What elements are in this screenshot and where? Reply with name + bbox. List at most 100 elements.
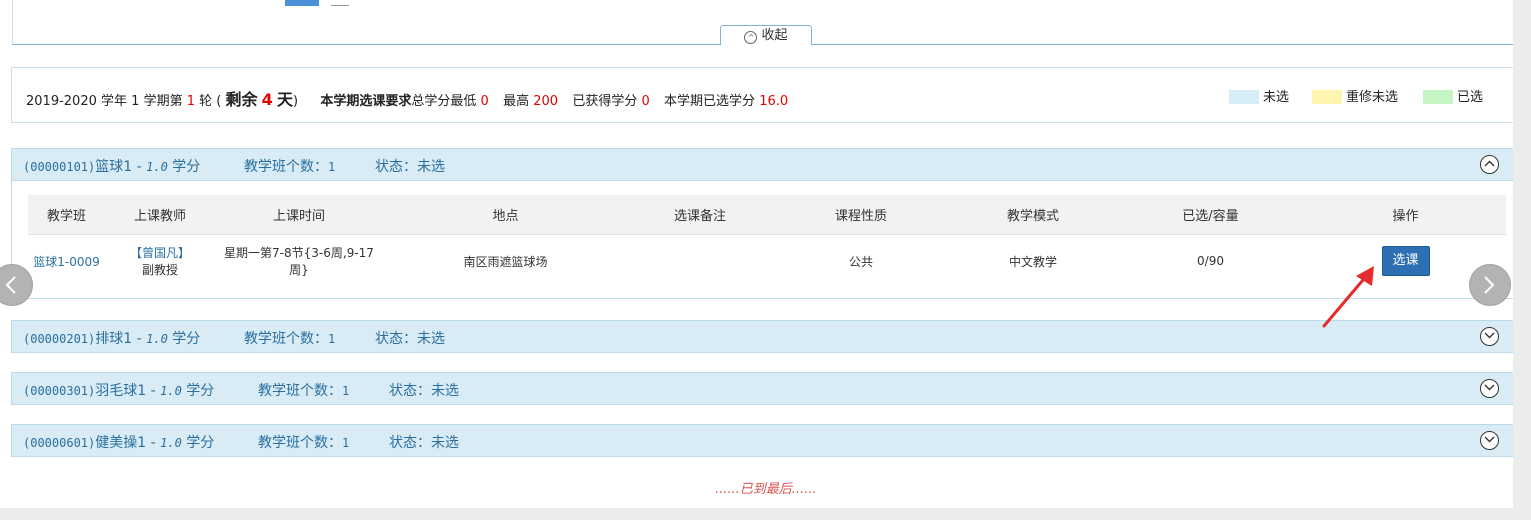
next-page-button[interactable] bbox=[1469, 264, 1511, 306]
credit-unit: 学分 bbox=[186, 383, 215, 399]
count-value: 1 bbox=[328, 160, 336, 174]
class-count: 教学班个数：1 bbox=[258, 432, 349, 452]
min-credit-value: 0 bbox=[480, 94, 489, 109]
course-credit: 1.0 bbox=[160, 436, 182, 450]
legend-selected: 已选 bbox=[1423, 86, 1483, 105]
course-name: 健美操1 bbox=[95, 435, 147, 451]
course-credit: 1.0 bbox=[146, 332, 168, 346]
count-label: 教学班个数： bbox=[258, 383, 342, 399]
course-code: (00000301) bbox=[23, 384, 96, 398]
selection-info-bar: 2019-2020 学年 1 学期第 1 轮 ( 剩余 4 天) 本学期选课要求… bbox=[11, 67, 1514, 123]
min-credit-label: 总学分最低 bbox=[411, 94, 477, 109]
selected-credit-label: 本学期已选学分 bbox=[664, 94, 756, 109]
annotation-arrow-icon bbox=[1322, 266, 1374, 328]
earned-credit-value: 0 bbox=[641, 94, 650, 109]
expand-toggle[interactable] bbox=[1480, 327, 1499, 346]
course-header-basketball[interactable]: (00000101)篮球1 - 1.0 学分 教学班个数：1 状态：未选 bbox=[11, 148, 1514, 181]
status-value: 未选 bbox=[431, 435, 459, 451]
dash: - bbox=[146, 435, 161, 451]
course-title: (00000301)羽毛球1 - 1.0 学分 bbox=[23, 380, 214, 400]
course-header-volleyball[interactable]: (00000201)排球1 - 1.0 学分 教学班个数：1 状态：未选 bbox=[11, 320, 1514, 353]
status-value: 未选 bbox=[417, 159, 445, 175]
course-credit: 1.0 bbox=[160, 384, 182, 398]
chevron-left-icon bbox=[5, 276, 16, 294]
course-nature: 公共 bbox=[848, 254, 873, 269]
chevron-right-icon bbox=[1484, 276, 1495, 294]
capacity: 0/90 bbox=[1197, 254, 1224, 268]
requirement-label: 本学期选课要求 bbox=[320, 94, 412, 109]
table-row: 篮球1-0009 【曾国凡】 副教授 星期一第7-8节{3-6周,9-17周} … bbox=[28, 235, 1506, 288]
dash: - bbox=[146, 383, 161, 399]
chevron-up-icon bbox=[1484, 160, 1495, 167]
teacher-name-link[interactable]: 【曾国凡】 bbox=[106, 244, 214, 261]
selected-credit-value: 16.0 bbox=[759, 94, 789, 109]
legend-label: 未选 bbox=[1263, 90, 1290, 105]
round-suffix: 轮 ( bbox=[199, 94, 222, 109]
class-note bbox=[628, 235, 772, 288]
class-id-link[interactable]: 篮球1-0009 bbox=[33, 255, 100, 269]
max-credit-label: 最高 bbox=[503, 94, 530, 109]
end-of-list-text: ......已到最后...... bbox=[715, 482, 817, 497]
remaining-days: 4 bbox=[261, 90, 273, 109]
collapse-button[interactable]: ^ 收起 bbox=[720, 25, 812, 45]
course-title: (00000101)篮球1 - 1.0 学分 bbox=[23, 156, 200, 176]
status-value: 未选 bbox=[431, 383, 459, 399]
expand-toggle[interactable] bbox=[1480, 431, 1499, 450]
class-place: 南区雨遮篮球场 bbox=[463, 254, 548, 269]
chevron-up-icon: ^ bbox=[744, 31, 758, 44]
earned-credit-label: 已获得学分 bbox=[572, 94, 638, 109]
course-code: (00000101) bbox=[23, 160, 96, 174]
column-header: 已选/容量 bbox=[1116, 195, 1305, 235]
status-value: 未选 bbox=[417, 331, 445, 347]
course-name: 排球1 bbox=[95, 331, 133, 347]
term-number: 1 bbox=[131, 94, 140, 109]
course-name: 羽毛球1 bbox=[95, 383, 147, 399]
table-header-row: 教学班 上课教师 上课时间 地点 选课备注 课程性质 教学模式 已选/容量 操作 bbox=[28, 195, 1506, 235]
class-table: 教学班 上课教师 上课时间 地点 选课备注 课程性质 教学模式 已选/容量 操作… bbox=[28, 195, 1506, 287]
legend-retake-unselected: 重修未选 bbox=[1312, 86, 1398, 105]
column-header: 上课时间 bbox=[215, 195, 383, 235]
chevron-down-icon bbox=[1484, 384, 1495, 391]
credit-unit: 学分 bbox=[172, 159, 201, 175]
class-count: 教学班个数：1 bbox=[244, 156, 335, 176]
course-code: (00000601) bbox=[23, 436, 96, 450]
course-detail-panel: 教学班 上课教师 上课时间 地点 选课备注 课程性质 教学模式 已选/容量 操作… bbox=[11, 181, 1514, 299]
max-credit-value: 200 bbox=[533, 94, 559, 109]
course-title: (00000201)排球1 - 1.0 学分 bbox=[23, 328, 200, 348]
column-header: 教学模式 bbox=[950, 195, 1116, 235]
course-header-aerobics[interactable]: (00000601)健美操1 - 1.0 学分 教学班个数：1 状态：未选 bbox=[11, 424, 1514, 457]
collapse-toggle[interactable] bbox=[1480, 155, 1499, 174]
legend-label: 重修未选 bbox=[1346, 90, 1399, 105]
course-status: 状态：未选 bbox=[389, 380, 459, 400]
academic-year: 2019-2020 bbox=[26, 94, 97, 109]
legend-swatch bbox=[1312, 90, 1342, 104]
class-count: 教学班个数：1 bbox=[244, 328, 335, 348]
close-paren: ) bbox=[292, 94, 299, 109]
course-name: 篮球1 bbox=[95, 159, 133, 175]
column-header: 地点 bbox=[383, 195, 628, 235]
column-header: 选课备注 bbox=[628, 195, 772, 235]
column-header: 上课教师 bbox=[105, 195, 215, 235]
page-scroll-gutter bbox=[1513, 0, 1531, 520]
selection-requirements: 2019-2020 学年 1 学期第 1 轮 ( 剩余 4 天) 本学期选课要求… bbox=[26, 86, 788, 110]
page-bottom-gutter bbox=[0, 508, 1531, 520]
course-title: (00000601)健美操1 - 1.0 学分 bbox=[23, 432, 214, 452]
collapse-label: 收起 bbox=[761, 28, 788, 43]
column-header: 课程性质 bbox=[772, 195, 950, 235]
count-label: 教学班个数： bbox=[244, 159, 328, 175]
expand-toggle[interactable] bbox=[1480, 379, 1499, 398]
chevron-down-icon bbox=[1484, 436, 1495, 443]
credit-unit: 学分 bbox=[186, 435, 215, 451]
select-course-button[interactable]: 选课 bbox=[1381, 246, 1430, 276]
count-label: 教学班个数： bbox=[258, 435, 342, 451]
status-label: 状态： bbox=[389, 383, 431, 399]
remaining-unit: 天 bbox=[276, 90, 293, 109]
legend-unselected: 未选 bbox=[1229, 86, 1289, 105]
count-label: 教学班个数： bbox=[244, 331, 328, 347]
count-value: 1 bbox=[342, 384, 350, 398]
status-label: 状态： bbox=[375, 159, 417, 175]
year-suffix: 学年 bbox=[101, 94, 128, 109]
course-header-badminton[interactable]: (00000301)羽毛球1 - 1.0 学分 教学班个数：1 状态：未选 bbox=[11, 372, 1514, 405]
class-count: 教学班个数：1 bbox=[258, 380, 349, 400]
remaining-label: 剩余 bbox=[225, 90, 258, 109]
